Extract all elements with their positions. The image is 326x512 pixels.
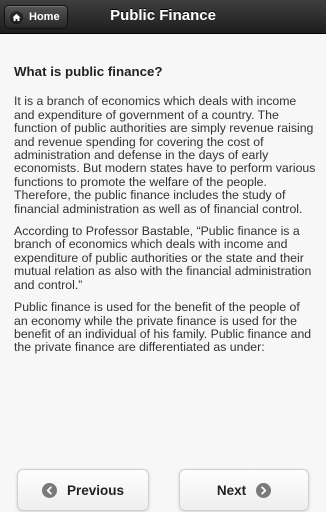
home-button[interactable]: Home: [4, 5, 68, 29]
chevron-left-circle-icon: [41, 482, 57, 498]
paragraph-definition: It is a branch of economics which deals …: [14, 94, 316, 216]
header-bar: Home Public Finance: [0, 0, 326, 34]
home-button-label: Home: [29, 11, 60, 23]
previous-button[interactable]: Previous: [17, 469, 149, 511]
paragraph-difference: Public finance is used for the benefit o…: [14, 300, 312, 355]
next-button-label: Next: [216, 482, 247, 498]
next-button[interactable]: Next: [179, 469, 309, 511]
article-heading: What is public finance?: [14, 64, 163, 79]
home-icon: [10, 10, 23, 24]
paragraph-bastable-quote: According to Professor Bastable, “Public…: [14, 224, 312, 292]
chevron-right-circle-icon: [256, 482, 272, 498]
article-content: What is public finance? It is a branch o…: [14, 34, 316, 364]
previous-button-label: Previous: [66, 482, 125, 498]
